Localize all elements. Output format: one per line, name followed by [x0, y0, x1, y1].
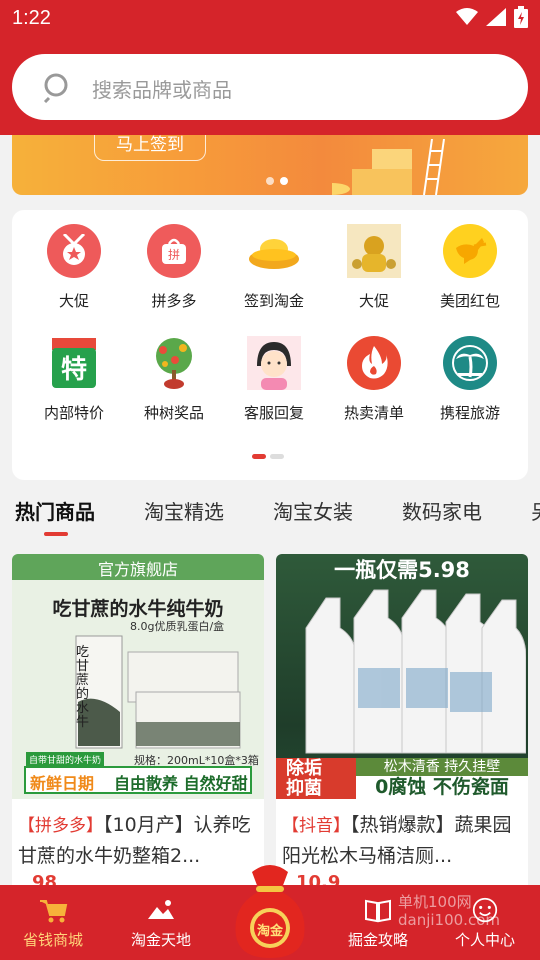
special-price-icon: 特 [47, 336, 101, 390]
nav-item-gold-world[interactable]: 淘金天地 [116, 885, 206, 960]
svg-text:拼: 拼 [168, 248, 180, 262]
product-source-tag: 【抖音】 [282, 816, 350, 836]
palm-tree-icon [443, 336, 497, 390]
product-source-tag: 【拼多多】 [18, 816, 103, 836]
watermark: 单机100网 danji100.com [398, 893, 500, 929]
product-image[interactable]: 一瓶仅需5.98 松木清香 持久挂壁 除垢 抑菌 0腐蚀 不伤瓷面 [276, 554, 528, 799]
search-placeholder: 搜索品牌或商品 [92, 78, 232, 102]
category-item-checkin-gold[interactable]: 签到淘金 [224, 224, 324, 324]
watermark-line2: danji100.com [398, 911, 500, 929]
category-grid: 大促 拼 拼多多 签到淘金 大促 美团红包 特 内部特价 种树奖品 客服回复 热… [12, 210, 528, 480]
category-item-pinduoduo[interactable]: 拼 拼多多 [124, 224, 224, 324]
flame-icon [347, 336, 401, 390]
landscape-icon [148, 900, 174, 919]
category-item-internal-special[interactable]: 特 内部特价 [24, 336, 124, 436]
banner-dot-active [280, 177, 288, 185]
store-label: 官方旗舰店 [97, 560, 178, 579]
battery-icon [514, 6, 528, 28]
status-bar: 1:22 [0, 0, 540, 38]
tab-taobao-womenswear[interactable]: 淘宝女装 [273, 496, 353, 525]
tab-more[interactable]: 另 [531, 496, 540, 525]
product-slogan-small: 自带甘甜的水牛奶 [26, 752, 105, 767]
product-remove: 除垢 抑菌 [276, 758, 356, 799]
category-label: 拼多多 [151, 292, 197, 310]
banner-pager [266, 177, 288, 185]
category-item-meituan[interactable]: 美团红包 [420, 224, 520, 324]
product-scent: 松木清香 持久挂壁 [356, 758, 528, 776]
category-label: 种树奖品 [143, 404, 204, 422]
product-card[interactable]: 官方旗舰店 吃甘蔗的水牛纯牛奶 8.0g优质乳蛋白/盒 吃甘蔗的水牛 规格：20… [12, 554, 264, 885]
nav-label: 掘金攻略 [347, 931, 408, 949]
product-card[interactable]: 一瓶仅需5.98 松木清香 持久挂壁 除垢 抑菌 0腐蚀 不伤瓷面 【抖音】【热… [276, 554, 528, 885]
watermark-line1: 单机100网 [398, 893, 472, 911]
tab-active-indicator [44, 532, 68, 536]
status-time: 1:22 [12, 7, 51, 29]
nav-item-lucky-bag[interactable]: 淘金 [228, 862, 312, 960]
gold-figure-icon [347, 224, 401, 278]
book-icon [365, 899, 391, 923]
customer-service-girl-icon [247, 336, 301, 390]
category-pager-dot [270, 454, 284, 459]
search-icon [43, 73, 68, 103]
checkin-banner[interactable]: 马上签到 [12, 135, 528, 195]
product-image[interactable]: 官方旗舰店 吃甘蔗的水牛纯牛奶 8.0g优质乳蛋白/盒 吃甘蔗的水牛 规格：20… [12, 554, 264, 799]
meituan-kangaroo-icon [443, 224, 497, 278]
pack-name: 吃甘蔗的水牛 [76, 645, 90, 730]
money-tree-icon [147, 336, 201, 390]
product-title[interactable]: 【抖音】【热销爆款】蔬果园阳光松木马桶洁厕... [282, 810, 524, 871]
product-headline: 一瓶仅需5.98 [334, 558, 470, 582]
category-pager [252, 454, 284, 459]
category-item-dacu-2[interactable]: 大促 [324, 224, 424, 324]
category-item-dacu[interactable]: 大促 [24, 224, 124, 324]
svg-text:特: 特 [61, 354, 87, 385]
medal-icon [47, 224, 101, 278]
nav-label: 淘金天地 [130, 931, 191, 949]
category-label: 大促 [358, 292, 389, 310]
category-pager-dot-active [252, 454, 266, 459]
tab-digital-appliances[interactable]: 数码家电 [402, 496, 482, 525]
cart-icon [40, 900, 68, 923]
category-label: 美团红包 [439, 292, 500, 310]
fresh-date-label: 新鲜日期 [30, 774, 95, 793]
search-input[interactable]: 搜索品牌或商品 [12, 54, 528, 120]
signal-icon [486, 8, 506, 26]
status-icons [456, 6, 528, 28]
lucky-bag-label: 淘金 [256, 924, 283, 939]
free-range-label: 自由散养 自然好甜 [114, 774, 248, 793]
product-price: 98 [32, 872, 58, 885]
nav-label: 省钱商城 [22, 931, 83, 949]
store-banner: 官方旗舰店 [12, 554, 264, 580]
category-label: 内部特价 [43, 404, 104, 422]
toilet-cleaner-bottles-illustration [305, 589, 526, 754]
milk-box-illustration [75, 635, 241, 749]
category-item-customer-service[interactable]: 客服回复 [224, 336, 324, 436]
product-title[interactable]: 【拼多多】【10月产】认养吃甘蔗的水牛奶整箱2... [18, 810, 260, 871]
category-label: 大促 [58, 292, 89, 310]
category-label: 携程旅游 [439, 404, 500, 422]
app-screen: 1:22 搜索品牌或商品 马上签到 大促 拼 拼多多 签到淘金 大促 美团红包 … [0, 0, 540, 960]
product-nocorrode: 0腐蚀 不伤瓷面 [356, 776, 528, 799]
nav-item-savings-mall[interactable]: 省钱商城 [8, 885, 98, 960]
category-label: 签到淘金 [243, 292, 304, 310]
category-label: 客服回复 [243, 404, 304, 422]
pinduoduo-bag-icon: 拼 [147, 224, 201, 278]
banner-dot [266, 177, 274, 185]
category-item-hot-list[interactable]: 热卖清单 [324, 336, 424, 436]
checkin-button[interactable]: 马上签到 [94, 135, 206, 161]
stairs-illustration [332, 139, 445, 195]
product-list: 官方旗舰店 吃甘蔗的水牛纯牛奶 8.0g优质乳蛋白/盒 吃甘蔗的水牛 规格：20… [0, 540, 540, 885]
category-label: 热卖清单 [343, 404, 404, 422]
nav-label: 个人中心 [454, 931, 515, 949]
header-bar: 1:22 搜索品牌或商品 [0, 0, 540, 135]
gold-ingot-icon [247, 224, 301, 278]
wifi-icon [456, 8, 478, 25]
tab-hot-products[interactable]: 热门商品 [15, 496, 95, 525]
lucky-bag-icon [235, 865, 305, 958]
product-slogan-box: 新鲜日期 自由散养 自然好甜 [24, 766, 252, 794]
product-tabs: 热门商品 淘宝精选 淘宝女装 数码家电 另 [0, 488, 540, 536]
category-item-tree-prize[interactable]: 种树奖品 [124, 336, 224, 436]
tab-taobao-selection[interactable]: 淘宝精选 [144, 496, 224, 525]
category-item-ctrip[interactable]: 携程旅游 [420, 336, 520, 436]
product-headline: 吃甘蔗的水牛纯牛奶 [52, 598, 224, 620]
